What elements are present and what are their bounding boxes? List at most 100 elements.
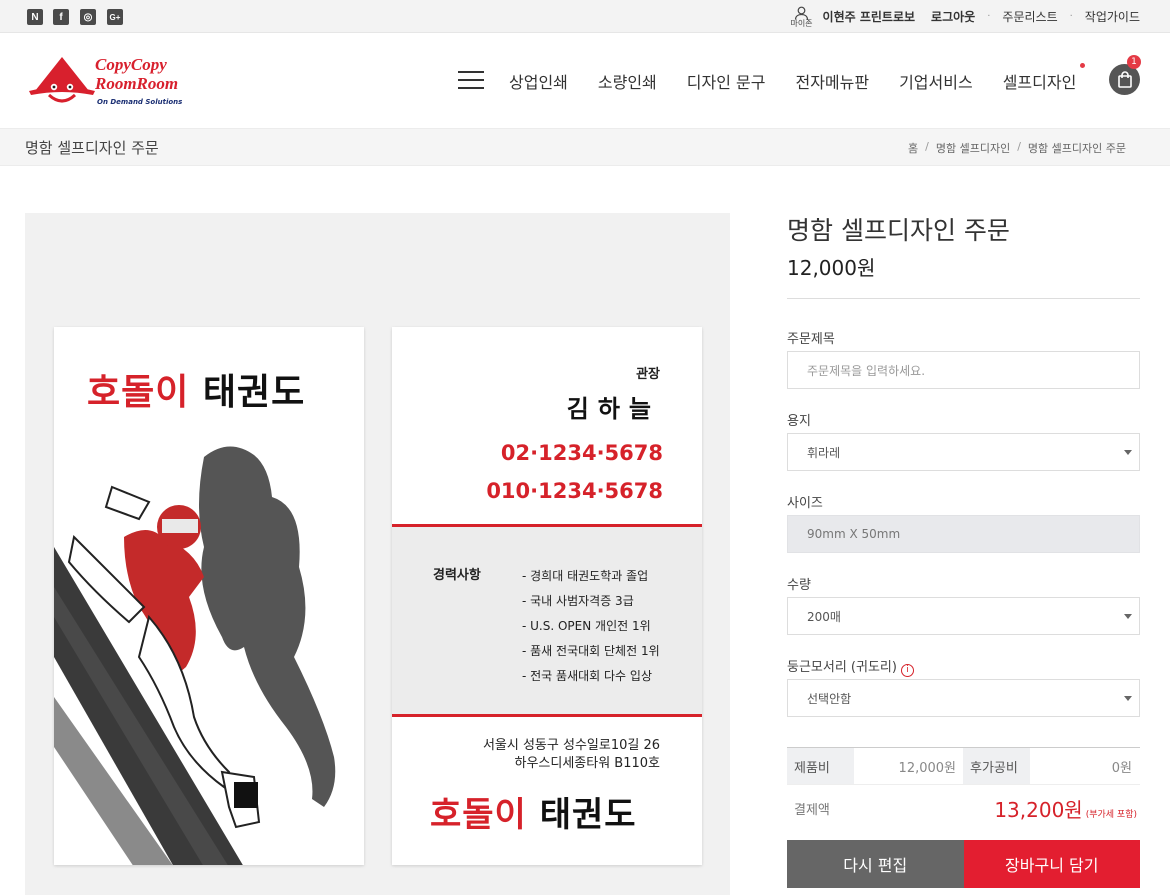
card-front: 호돌이 태권도 — [54, 327, 364, 865]
design-preview: 호돌이 태권도 관장 김하늘 02·1234·5678 010·1234·567… — [25, 213, 730, 895]
career-item: - 전국 품새대회 다수 입상 — [522, 669, 652, 683]
taekwondo-illustration — [54, 446, 336, 865]
paper-value: 휘라레 — [807, 445, 841, 460]
logo-mascot-icon — [29, 57, 95, 103]
separator-dot: · — [1069, 11, 1073, 22]
new-dot — [1080, 63, 1085, 68]
chevron-down-icon — [1124, 450, 1132, 455]
cart-count-badge: 1 — [1127, 55, 1141, 69]
career-band: 경력사항 - 경희대 태권도학과 졸업 - 국내 사범자격증 3급 - U.S.… — [392, 524, 702, 717]
logout-link[interactable]: 로그아웃 — [931, 8, 975, 25]
my-zone-label: 마이존 — [790, 18, 813, 28]
career-item: - 품새 전국대회 단체전 1위 — [522, 644, 660, 658]
user-name: 이현주 프린트로보 — [822, 10, 916, 24]
card-name: 김하늘 — [566, 395, 660, 423]
nav-small-print[interactable]: 소량인쇄 — [598, 69, 657, 93]
order-form: 명함 셀프디자인 주문 12,000원 주문제목 주문제목을 입력하세요. 용지… — [787, 213, 1140, 888]
logo[interactable]: CopyCopy RoomRoom On Demand Solutions — [27, 55, 182, 111]
top-links: 마이존 이현주 프린트로보 로그아웃 · 주문리스트 · 작업가이드 — [790, 0, 1140, 33]
nav-design-stationery[interactable]: 디자인 문구 — [687, 69, 766, 93]
reedit-button[interactable]: 다시 편집 — [787, 840, 964, 888]
info-icon[interactable]: i — [900, 663, 914, 677]
card-phone1: 02·1234·5678 — [500, 441, 663, 465]
product-cost-label: 제품비 — [787, 748, 854, 784]
career-item: - U.S. OPEN 개인전 1위 — [522, 619, 651, 633]
my-zone-link[interactable]: 마이존 — [790, 6, 813, 28]
add-to-cart-button[interactable]: 장바구니 담기 — [963, 840, 1140, 888]
main-nav: 상업인쇄 소량인쇄 디자인 문구 전자메뉴판 기업서비스 셀프디자인 — [509, 69, 1106, 93]
quantity-select[interactable]: 200매 — [787, 597, 1140, 635]
nav-commercial-print[interactable]: 상업인쇄 — [509, 69, 568, 93]
action-buttons: 다시 편집 장바구니 담기 — [787, 840, 1140, 888]
card-address-line1: 서울시 성동구 성수일로10길 26 — [482, 738, 660, 753]
total-row: 결제액 13,200원 (부가세 포함) — [787, 784, 1140, 828]
instagram-icon[interactable]: ◎ — [80, 9, 96, 25]
career-list: - 경희대 태권도학과 졸업 - 국내 사범자격증 3급 - U.S. OPEN… — [522, 564, 660, 689]
separator-dot: · — [987, 11, 991, 22]
card-address: 서울시 성동구 성수일로10길 26 하우스디세종타워 B110호 — [483, 737, 660, 773]
quantity-label: 수량 — [787, 578, 811, 593]
guide-link[interactable]: 작업가이드 — [1085, 8, 1140, 25]
chevron-down-icon — [1124, 696, 1132, 701]
breadcrumb-current: 명함 셀프디자인 주문 — [1027, 142, 1126, 155]
nav-business-service[interactable]: 기업서비스 — [899, 69, 973, 93]
product-title: 명함 셀프디자인 주문 — [787, 216, 1010, 245]
top-bar: N f ◎ G+ 마이존 이현주 프린트로보 로그아웃 · 주문리스트 · 작업… — [0, 0, 1170, 33]
logo-tagline: On Demand Solutions — [97, 98, 183, 106]
post-cost-label: 후가공비 — [963, 748, 1030, 784]
user-icon — [794, 6, 809, 20]
quantity-value: 200매 — [807, 609, 841, 624]
divider — [787, 298, 1140, 299]
breadcrumb-level1[interactable]: 명함 셀프디자인 — [936, 140, 1010, 156]
corner-select[interactable]: 선택안함 — [787, 679, 1140, 717]
logo-text: CopyCopy RoomRoom — [95, 55, 178, 93]
total-label: 결제액 — [794, 803, 830, 818]
google-plus-icon[interactable]: G+ — [107, 9, 123, 25]
card-role: 관장 — [636, 367, 660, 382]
card-back-title-red: 호돌이 — [430, 795, 527, 835]
breadcrumb-separator: / — [1017, 140, 1021, 153]
naver-icon[interactable]: N — [27, 9, 43, 25]
order-list-link[interactable]: 주문리스트 — [1002, 8, 1057, 25]
facebook-icon[interactable]: f — [53, 9, 69, 25]
hamburger-menu-icon[interactable] — [458, 71, 484, 89]
paper-label: 용지 — [787, 414, 811, 429]
career-item: - 경희대 태권도학과 졸업 — [522, 569, 649, 583]
paper-select[interactable]: 휘라레 — [787, 433, 1140, 471]
card-front-title-red: 호돌이 — [87, 372, 190, 413]
cost-row: 제품비 12,000원 후가공비 0원 — [787, 748, 1140, 784]
card-back-title-black: 태권도 — [539, 795, 637, 835]
breadcrumb: 홈 / 명함 셀프디자인 / 명함 셀프디자인 주문 — [908, 140, 1126, 156]
total-value: 13,200원 — [994, 798, 1083, 822]
product-cost-value: 12,000원 — [898, 760, 956, 776]
nav-self-design[interactable]: 셀프디자인 — [1003, 69, 1077, 93]
career-item: - 국내 사범자격증 3급 — [522, 594, 634, 608]
card-back-title: 호돌이 태권도 — [430, 787, 637, 836]
size-label: 사이즈 — [787, 496, 823, 511]
order-title-label: 주문제목 — [787, 332, 835, 347]
breadcrumb-bar: 명함 셀프디자인 주문 홈 / 명함 셀프디자인 / 명함 셀프디자인 주문 — [0, 128, 1170, 166]
total-amount: 13,200원 (부가세 포함) — [994, 794, 1137, 823]
shopping-bag-icon — [1117, 71, 1132, 88]
breadcrumb-home[interactable]: 홈 — [908, 140, 918, 156]
logo-line1: CopyCopy — [95, 55, 167, 74]
page-title: 명함 셀프디자인 주문 — [25, 139, 159, 157]
order-title-input[interactable]: 주문제목을 입력하세요. — [787, 351, 1140, 389]
card-phone2: 010·1234·5678 — [486, 479, 663, 503]
career-label: 경력사항 — [433, 568, 481, 583]
post-cost-value: 0원 — [1111, 760, 1132, 776]
product-price: 12,000원 — [787, 256, 876, 280]
card-address-line2: 하우스디세종타워 B110호 — [514, 756, 660, 771]
logo-line2: RoomRoom — [95, 74, 179, 93]
vat-note: (부가세 포함) — [1085, 810, 1137, 820]
card-front-title-black: 태권도 — [202, 372, 306, 413]
breadcrumb-separator: / — [925, 140, 929, 153]
header: CopyCopy RoomRoom On Demand Solutions 상업인… — [0, 33, 1170, 128]
card-back: 관장 김하늘 02·1234·5678 010·1234·5678 경력사항 -… — [392, 327, 702, 865]
cost-table: 제품비 12,000원 후가공비 0원 결제액 13,200원 (부가세 포함) — [787, 747, 1140, 828]
corner-label: 둥근모서리 (귀도리) i — [787, 656, 914, 677]
card-front-title: 호돌이 태권도 — [87, 363, 305, 415]
size-field: 90mm X 50mm — [787, 515, 1140, 553]
corner-label-text: 둥근모서리 (귀도리) — [787, 660, 897, 675]
nav-e-menu[interactable]: 전자메뉴판 — [795, 69, 869, 93]
